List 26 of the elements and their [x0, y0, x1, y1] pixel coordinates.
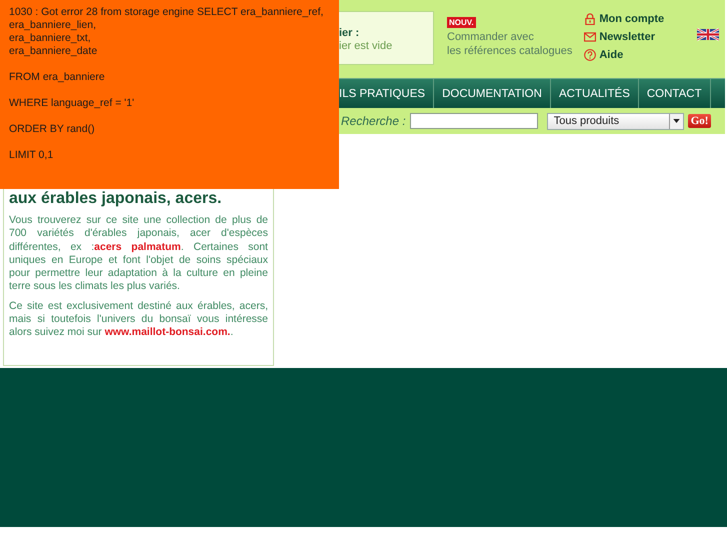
site-link[interactable]: www.maillot-bonsai.com.	[104, 326, 230, 338]
search-label: Recherche :	[341, 114, 406, 128]
intro-paragraph: Vous trouverez sur ce site une collection de plus de 700 variétés d'érables japonais, acer d'espèces différentes, ex :acers palmatum. Certaines sont uniques en Europe et font l'objet de soins spéciaux pour permettre leur adaptation à la culture en pleine terre sous les climats les plus variés.	[9, 214, 268, 294]
cart-status: ier est vide	[339, 40, 392, 52]
promo-link[interactable]: les références catalogues	[447, 44, 572, 58]
cart-title: ier :	[339, 27, 360, 39]
envelope-icon	[584, 31, 596, 43]
search-field[interactable]	[410, 113, 538, 129]
error-text: WHERE language_ref = '1'	[9, 97, 136, 110]
header-link[interactable]: Newsletter	[599, 31, 655, 43]
intro-paragraph: Ce site est exclusivement destiné aux érables, acers, mais si toutefois l'univers du bonsaï vous intéresse alors suivez moi sur www.maillot-bonsai.com..	[9, 300, 268, 340]
error-text: FROM era_banniere	[9, 71, 106, 84]
error-text: ORDER BY rand()	[9, 123, 96, 136]
caret-icon	[672, 119, 680, 123]
help-icon	[584, 49, 596, 61]
go-button[interactable]: Go!	[688, 114, 712, 128]
error-text: 1030 : Got error 28 from storage engine SELECT era_banniere_ref, era_banniere_lien, era_banniere_txt, era_banniere_date	[9, 6, 324, 58]
promo-link[interactable]: Commander avec	[447, 30, 534, 44]
header-link[interactable]: Mon compte	[599, 13, 664, 25]
flag-icon[interactable]	[697, 28, 720, 41]
lock-icon	[584, 13, 596, 25]
header-link[interactable]: Aide	[599, 49, 624, 61]
intro-heading: aux érables japonais, acers.	[9, 189, 223, 208]
category-dropdown[interactable]: Tous produits	[546, 112, 684, 130]
error-text: LIMIT 0,1	[9, 149, 54, 162]
new-badge: NOUV.	[447, 17, 476, 28]
